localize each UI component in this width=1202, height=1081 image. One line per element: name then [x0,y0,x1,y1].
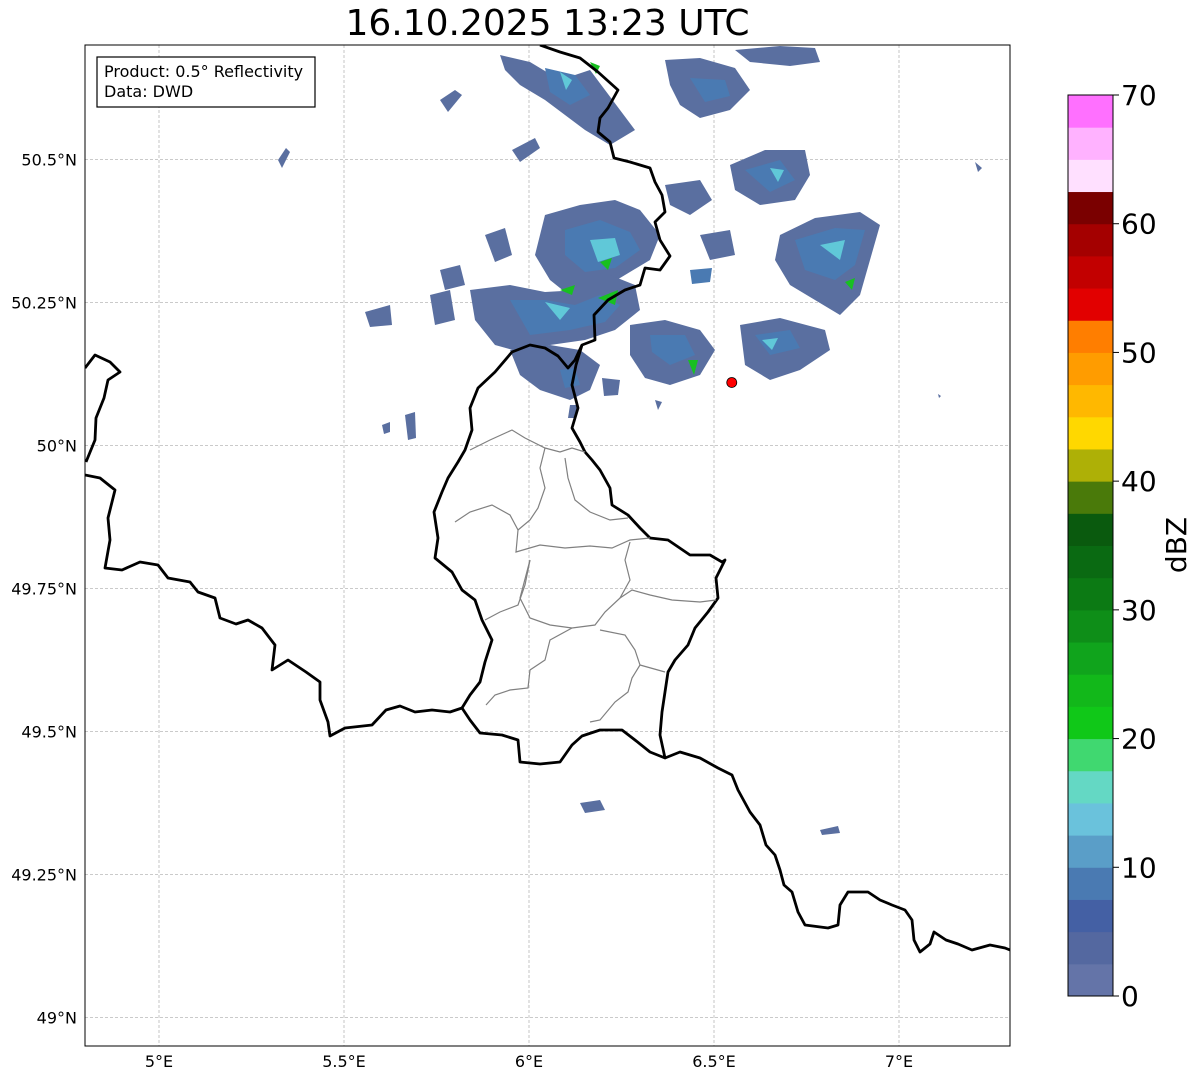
colorbar-ticks: 0 10 20 30 40 50 60 70 [1113,79,1157,1010]
longitude-tick-label: 5.5°E [322,1052,366,1071]
colorbar-segment [1068,545,1113,579]
colorbar-segment [1068,416,1113,450]
longitude-tick-label: 7°E [885,1052,913,1071]
colorbar-segment [1068,706,1113,740]
colorbar-tick-label: 20 [1121,723,1157,756]
colorbar-tick-label: 10 [1121,851,1157,884]
longitude-tick-label: 5°E [145,1052,173,1071]
latitude-tick-label: 49.75°N [11,579,77,598]
colorbar-segment [1068,867,1113,900]
colorbar-segment [1068,384,1113,418]
colorbar-segment [1068,320,1113,353]
colorbar-segment [1068,288,1113,321]
colorbar-segment [1068,352,1113,386]
colorbar-segment [1068,642,1113,675]
colorbar-segment [1068,448,1113,482]
colorbar-segment [1068,835,1113,868]
latitude-tick-label: 50.25°N [11,293,77,312]
colorbar-segment [1068,577,1113,611]
colorbar: 0 10 20 30 40 50 60 70 dBZ [1067,79,1193,1010]
colorbar-segment [1068,481,1113,514]
longitude-tick-labels: 5°E 5.5°E 6°E 6.5°E 7°E [145,1052,913,1071]
colorbar-tick-label: 0 [1121,980,1139,1010]
latitude-tick-labels: 50.5°N 50.25°N 50°N 49.75°N 49.5°N 49.25°N 49°… [11,150,77,1027]
info-data-source: Data: DWD [104,82,193,101]
colorbar-segment [1068,609,1113,643]
colorbar-segment [1068,770,1113,804]
colorbar-segment [1068,674,1113,707]
colorbar-segment [1068,159,1113,193]
colorbar-label: dBZ [1160,517,1193,573]
colorbar-segment [1068,191,1113,225]
longitude-tick-label: 6.5°E [692,1052,736,1071]
latitude-tick-label: 49.25°N [11,865,77,884]
latitude-tick-label: 49°N [37,1008,77,1027]
colorbar-tick-label: 30 [1121,594,1157,627]
colorbar-tick-label: 40 [1121,465,1157,498]
latitude-tick-label: 50°N [37,436,77,455]
colorbar-segment [1068,95,1113,128]
colorbar-segment [1068,738,1113,772]
latitude-tick-label: 49.5°N [21,722,77,741]
info-product: Product: 0.5° Reflectivity [104,62,303,81]
colorbar-tick-label: 70 [1121,79,1157,112]
longitude-tick-label: 6°E [515,1052,543,1071]
colorbar-segments [1068,95,1113,997]
colorbar-segment [1068,223,1113,257]
info-box: Product: 0.5° Reflectivity Data: DWD [96,56,316,108]
colorbar-segment [1068,513,1113,546]
latitude-tick-label: 50.5°N [21,150,77,169]
colorbar-segment [1068,127,1113,160]
colorbar-tick-label: 60 [1121,208,1157,241]
colorbar-segment [1068,963,1113,997]
radar-map: Product: 0.5° Reflectivity Data: DWD 50.… [11,44,1011,1071]
colorbar-segment [1068,255,1113,289]
colorbar-tick-label: 50 [1121,336,1157,369]
colorbar-segment [1068,899,1113,933]
colorbar-segment [1068,802,1113,836]
radar-site-marker [726,377,738,388]
colorbar-segment [1068,931,1113,965]
